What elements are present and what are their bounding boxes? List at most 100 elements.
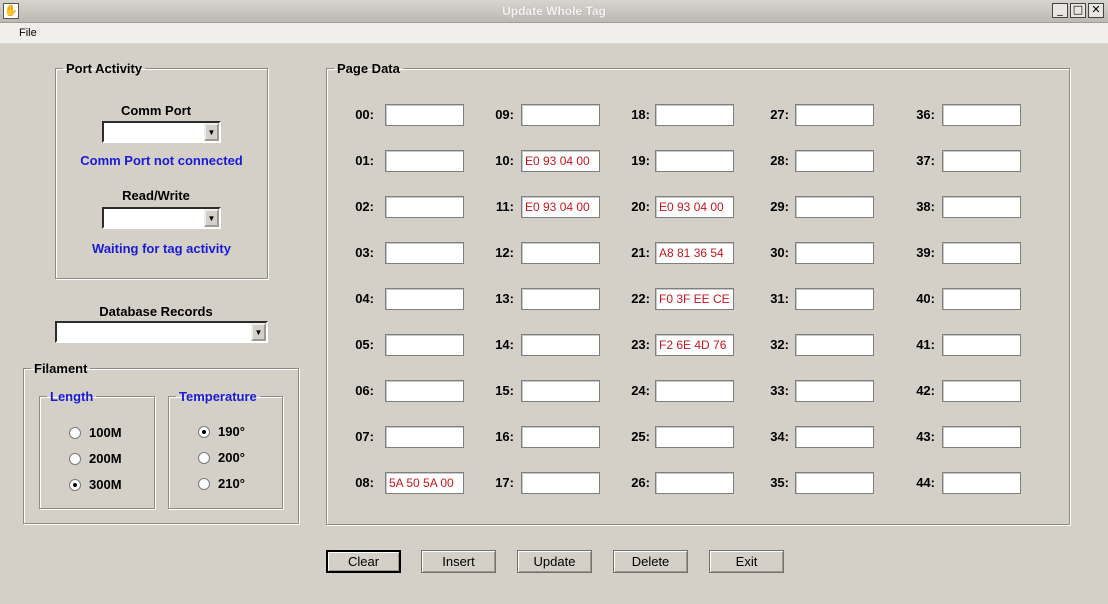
page-field[interactable] bbox=[521, 380, 600, 402]
delete-button[interactable]: Delete bbox=[613, 550, 688, 573]
page-field[interactable]: E0 93 04 00 bbox=[655, 196, 734, 218]
page-label: 20: bbox=[631, 199, 650, 214]
radio-button[interactable] bbox=[69, 452, 81, 465]
page-label: 24: bbox=[631, 383, 650, 398]
page-label: 01: bbox=[355, 153, 374, 168]
page-field[interactable] bbox=[942, 472, 1021, 494]
page-field[interactable]: F0 3F EE CE bbox=[655, 288, 734, 310]
temperature-option[interactable]: 210° bbox=[198, 476, 245, 491]
page-field[interactable] bbox=[385, 242, 464, 264]
window-controls: _ □ ✕ bbox=[1052, 3, 1104, 18]
page-field[interactable] bbox=[795, 472, 874, 494]
page-field[interactable] bbox=[942, 380, 1021, 402]
window-title: Update Whole Tag bbox=[502, 4, 606, 18]
database-records-select[interactable]: ▼ bbox=[55, 321, 268, 343]
radio-button[interactable] bbox=[69, 426, 81, 439]
insert-button[interactable]: Insert bbox=[421, 550, 496, 573]
page-field[interactable]: A8 81 36 54 bbox=[655, 242, 734, 264]
update-button[interactable]: Update bbox=[517, 550, 592, 573]
page-field[interactable] bbox=[655, 150, 734, 172]
comm-port-select[interactable]: ▼ bbox=[102, 121, 221, 143]
page-field[interactable]: 5A 50 5A 00 bbox=[385, 472, 464, 494]
radio-label: 100M bbox=[89, 425, 122, 440]
length-option[interactable]: 200M bbox=[69, 451, 122, 466]
page-label: 30: bbox=[770, 245, 789, 260]
page-field[interactable] bbox=[521, 104, 600, 126]
page-field[interactable] bbox=[942, 104, 1021, 126]
page-field[interactable]: E0 93 04 00 bbox=[521, 150, 600, 172]
page-label: 33: bbox=[770, 383, 789, 398]
page-field[interactable] bbox=[655, 472, 734, 494]
page-field[interactable] bbox=[795, 334, 874, 356]
radio-button[interactable] bbox=[198, 451, 210, 464]
length-option[interactable]: 100M bbox=[69, 425, 122, 440]
page-field[interactable] bbox=[795, 288, 874, 310]
page-label: 25: bbox=[631, 429, 650, 444]
page-field[interactable] bbox=[795, 426, 874, 448]
chevron-down-icon[interactable]: ▼ bbox=[204, 209, 219, 227]
chevron-down-icon[interactable]: ▼ bbox=[251, 323, 266, 341]
page-label: 41: bbox=[916, 337, 935, 352]
page-field[interactable]: E0 93 04 00 bbox=[521, 196, 600, 218]
page-field[interactable] bbox=[385, 288, 464, 310]
radio-button[interactable] bbox=[69, 478, 81, 491]
page-field[interactable] bbox=[521, 242, 600, 264]
page-label: 13: bbox=[495, 291, 514, 306]
page-label: 06: bbox=[355, 383, 374, 398]
radio-button[interactable] bbox=[198, 425, 210, 438]
page-field[interactable] bbox=[942, 242, 1021, 264]
close-icon[interactable]: ✕ bbox=[1088, 3, 1104, 18]
page-label: 18: bbox=[631, 107, 650, 122]
page-field[interactable] bbox=[385, 196, 464, 218]
page-field[interactable] bbox=[942, 150, 1021, 172]
temperature-legend: Temperature bbox=[179, 389, 257, 404]
page-field[interactable] bbox=[521, 426, 600, 448]
page-field[interactable] bbox=[655, 104, 734, 126]
page-field[interactable] bbox=[385, 334, 464, 356]
radio-button[interactable] bbox=[198, 477, 210, 490]
length-option[interactable]: 300M bbox=[69, 477, 122, 492]
page-field[interactable] bbox=[385, 380, 464, 402]
page-field[interactable] bbox=[521, 288, 600, 310]
page-label: 19: bbox=[631, 153, 650, 168]
page-field[interactable] bbox=[655, 426, 734, 448]
page-field[interactable] bbox=[521, 472, 600, 494]
read-write-select[interactable]: ▼ bbox=[102, 207, 221, 229]
page-label: 44: bbox=[916, 475, 935, 490]
chevron-down-icon[interactable]: ▼ bbox=[204, 123, 219, 141]
page-field[interactable] bbox=[942, 426, 1021, 448]
clear-button[interactable]: Clear bbox=[326, 550, 401, 573]
page-field[interactable] bbox=[655, 380, 734, 402]
temperature-option[interactable]: 190° bbox=[198, 424, 245, 439]
page-field[interactable] bbox=[795, 150, 874, 172]
radio-label: 210° bbox=[218, 476, 245, 491]
page-data-legend: Page Data bbox=[337, 61, 400, 76]
page-field[interactable] bbox=[942, 288, 1021, 310]
page-label: 40: bbox=[916, 291, 935, 306]
page-field[interactable]: F2 6E 4D 76 bbox=[655, 334, 734, 356]
page-field[interactable] bbox=[795, 196, 874, 218]
comm-port-status: Comm Port not connected bbox=[80, 153, 243, 168]
title-bar: ✋ Update Whole Tag _ □ ✕ bbox=[0, 0, 1108, 23]
page-label: 08: bbox=[355, 475, 374, 490]
page-field[interactable] bbox=[521, 334, 600, 356]
maximize-icon[interactable]: □ bbox=[1070, 3, 1086, 18]
menu-file[interactable]: File bbox=[19, 27, 37, 39]
temperature-option[interactable]: 200° bbox=[198, 450, 245, 465]
page-label: 00: bbox=[355, 107, 374, 122]
page-label: 04: bbox=[355, 291, 374, 306]
page-label: 43: bbox=[916, 429, 935, 444]
page-label: 12: bbox=[495, 245, 514, 260]
page-field[interactable] bbox=[385, 426, 464, 448]
page-field[interactable] bbox=[385, 150, 464, 172]
page-field[interactable] bbox=[795, 242, 874, 264]
page-label: 17: bbox=[495, 475, 514, 490]
page-field[interactable] bbox=[942, 334, 1021, 356]
page-field[interactable] bbox=[795, 104, 874, 126]
page-field[interactable] bbox=[795, 380, 874, 402]
page-label: 22: bbox=[631, 291, 650, 306]
page-field[interactable] bbox=[385, 104, 464, 126]
minimize-icon[interactable]: _ bbox=[1052, 3, 1068, 18]
page-field[interactable] bbox=[942, 196, 1021, 218]
exit-button[interactable]: Exit bbox=[709, 550, 784, 573]
